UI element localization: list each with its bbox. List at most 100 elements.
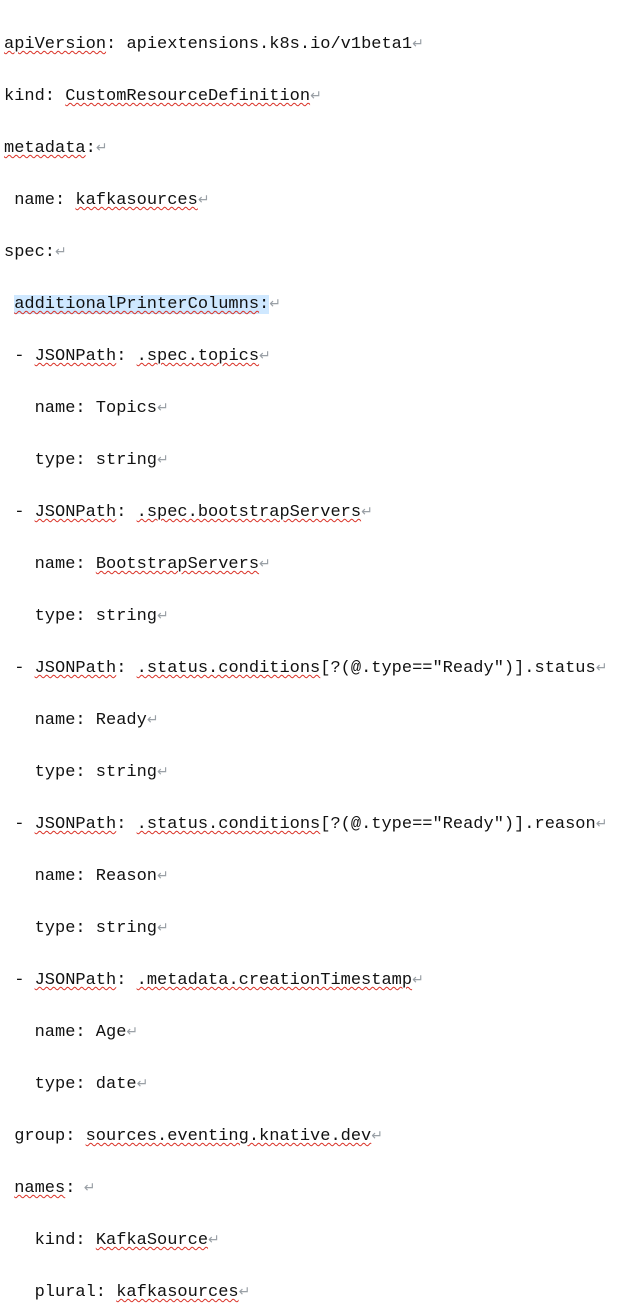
newline-icon xyxy=(198,193,210,209)
dash: - xyxy=(14,815,34,834)
code-line: group: sources.eventing.knative.dev xyxy=(4,1124,636,1150)
key-apiVersion: apiVersion xyxy=(4,35,106,54)
key-jsonpath: JSONPath xyxy=(35,347,117,366)
newline-icon xyxy=(157,765,169,781)
newline-icon xyxy=(596,661,608,677)
val-bootstrap: .spec.bootstrapServers xyxy=(137,503,361,522)
newline-icon xyxy=(157,921,169,937)
kv-type-date: type: date xyxy=(35,1075,137,1094)
newline-icon xyxy=(157,453,169,469)
key-name: name: xyxy=(14,191,75,210)
dash: - xyxy=(14,659,34,678)
code-line: type: string xyxy=(4,448,636,474)
dash: - xyxy=(14,347,34,366)
code-line: names: xyxy=(4,1176,636,1202)
val-group: sources.eventing.knative.dev xyxy=(86,1127,372,1146)
code-line: - JSONPath: .status.conditions[?(@.type=… xyxy=(4,812,636,838)
newline-icon xyxy=(596,817,608,833)
sep: : xyxy=(86,139,96,158)
newline-icon xyxy=(269,297,281,313)
newline-icon xyxy=(412,973,424,989)
code-line: kind: CustomResourceDefinition xyxy=(4,84,636,110)
newline-icon xyxy=(371,1129,383,1145)
sep: : xyxy=(259,295,269,314)
code-line: additionalPrinterColumns: xyxy=(4,292,636,318)
val-status-cond: .status.conditions xyxy=(137,815,321,834)
code-line: - JSONPath: .spec.bootstrapServers xyxy=(4,500,636,526)
key-jsonpath: JSONPath xyxy=(35,503,117,522)
kv-name-age: name: Age xyxy=(35,1023,127,1042)
key-additionalPrinterColumns: additionalPrinterColumns xyxy=(14,295,259,314)
kv-type-string: type: string xyxy=(35,451,157,470)
newline-icon xyxy=(75,1181,95,1197)
val-status-cond: .status.conditions xyxy=(137,659,321,678)
code-line: name: Age xyxy=(4,1020,636,1046)
code-line: name: Topics xyxy=(4,396,636,422)
kv-type-string: type: string xyxy=(35,607,157,626)
sep: : xyxy=(116,815,136,834)
sep: : xyxy=(116,659,136,678)
newline-icon xyxy=(96,141,108,157)
val-status-suffix: [?(@.type=="Ready")].status xyxy=(320,659,595,678)
sep: : xyxy=(116,971,136,990)
code-line: type: string xyxy=(4,760,636,786)
newline-icon xyxy=(310,89,322,105)
val-kafkasource: KafkaSource xyxy=(96,1231,208,1250)
sep: : xyxy=(106,35,126,54)
val-plural: kafkasources xyxy=(116,1283,238,1302)
code-line: apiVersion: apiextensions.k8s.io/v1beta1 xyxy=(4,32,636,58)
key-kind2: kind: xyxy=(35,1231,96,1250)
code-line: - JSONPath: .spec.topics xyxy=(4,344,636,370)
newline-icon xyxy=(157,401,169,417)
newline-icon xyxy=(147,713,159,729)
code-line: metadata: xyxy=(4,136,636,162)
yaml-editor[interactable]: apiVersion: apiextensions.k8s.io/v1beta1… xyxy=(0,0,640,1310)
key-names: names xyxy=(14,1179,65,1198)
kv-name-ready: name: Ready xyxy=(35,711,147,730)
key-spec: spec: xyxy=(4,243,55,262)
val-ctime: .metadata.creationTimestamp xyxy=(137,971,412,990)
code-line: name: kafkasources xyxy=(4,188,636,214)
code-line: type: date xyxy=(4,1072,636,1098)
val-name: kafkasources xyxy=(75,191,197,210)
code-line: type: string xyxy=(4,604,636,630)
code-line: type: string xyxy=(4,916,636,942)
kv-name-reason: name: Reason xyxy=(35,867,157,886)
val-bootstrapservers: BootstrapServers xyxy=(96,555,259,574)
newline-icon xyxy=(239,1285,251,1301)
key-name: name: xyxy=(35,555,96,574)
key-jsonpath: JSONPath xyxy=(35,971,117,990)
newline-icon xyxy=(412,37,424,53)
key-group: group: xyxy=(14,1127,85,1146)
newline-icon xyxy=(126,1025,138,1041)
kv-type-string: type: string xyxy=(35,763,157,782)
key-plural: plural: xyxy=(35,1283,117,1302)
newline-icon xyxy=(361,505,373,521)
newline-icon xyxy=(259,349,271,365)
sep: : xyxy=(116,503,136,522)
key-jsonpath: JSONPath xyxy=(35,659,117,678)
key-kind: kind: xyxy=(4,87,65,106)
newline-icon xyxy=(157,869,169,885)
val-kind: CustomResourceDefinition xyxy=(65,87,310,106)
code-line: plural: kafkasources xyxy=(4,1280,636,1306)
val-topics: .spec.topics xyxy=(137,347,259,366)
kv-type-string: type: string xyxy=(35,919,157,938)
newline-icon xyxy=(55,245,67,261)
kv-name-topics: name: Topics xyxy=(35,399,157,418)
newline-icon xyxy=(208,1233,220,1249)
code-line: - JSONPath: .status.conditions[?(@.type=… xyxy=(4,656,636,682)
sep: : xyxy=(65,1179,75,1198)
code-line: spec: xyxy=(4,240,636,266)
val-reason-suffix: [?(@.type=="Ready")].reason xyxy=(320,815,595,834)
code-line: name: Ready xyxy=(4,708,636,734)
sep: : xyxy=(116,347,136,366)
code-line: name: Reason xyxy=(4,864,636,890)
newline-icon xyxy=(259,557,271,573)
newline-icon xyxy=(137,1077,149,1093)
code-line: - JSONPath: .metadata.creationTimestamp xyxy=(4,968,636,994)
val-apiVersion: apiextensions.k8s.io/v1beta1 xyxy=(126,35,412,54)
dash: - xyxy=(14,503,34,522)
newline-icon xyxy=(157,609,169,625)
key-metadata: metadata xyxy=(4,139,86,158)
